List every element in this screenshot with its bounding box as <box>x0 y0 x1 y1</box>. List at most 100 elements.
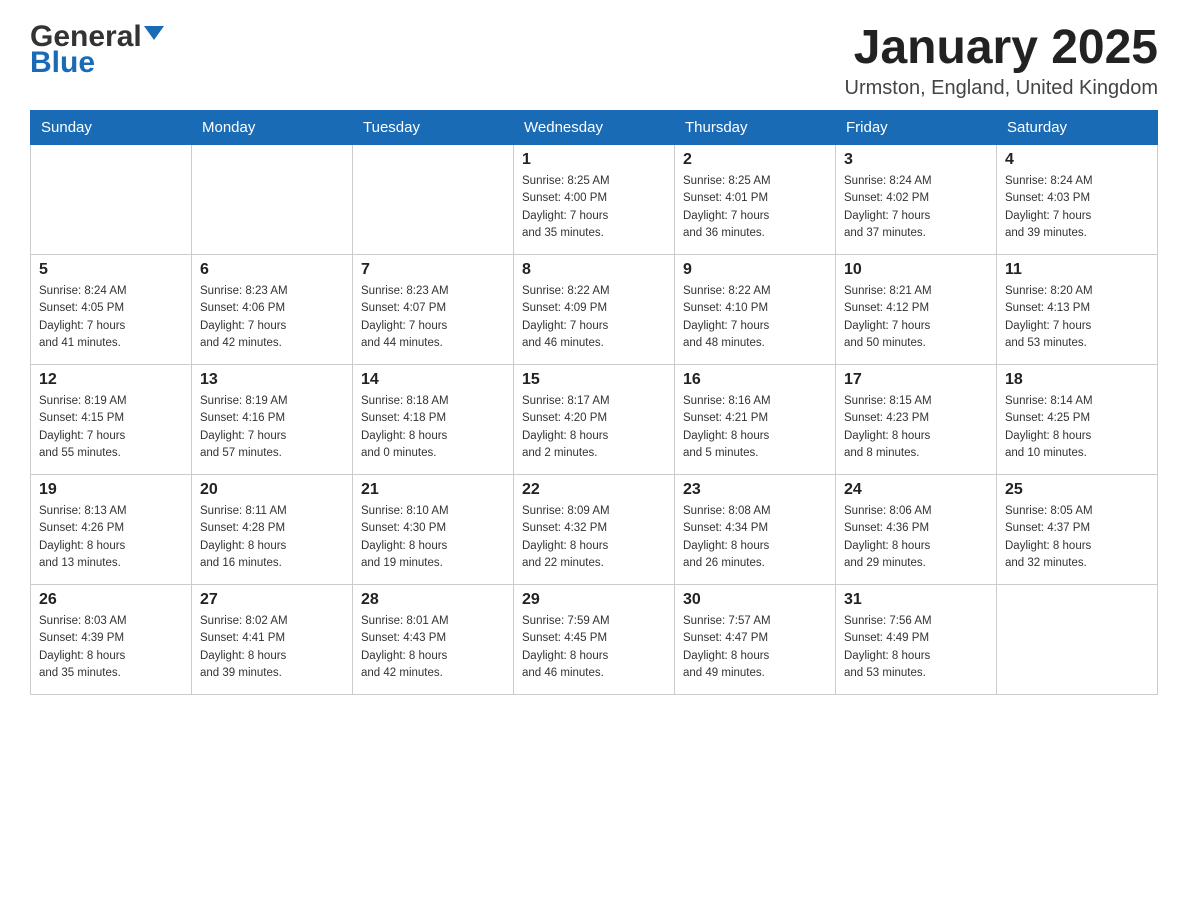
day-number: 29 <box>522 591 666 609</box>
day-number: 22 <box>522 481 666 499</box>
calendar-cell: 29 Sunrise: 7:59 AM Sunset: 4:45 PM Dayli… <box>514 585 675 695</box>
day-number: 20 <box>200 481 344 499</box>
day-info: Sunrise: 8:24 AM Sunset: 4:03 PM Dayligh… <box>1005 173 1149 242</box>
calendar-cell: 16 Sunrise: 8:16 AM Sunset: 4:21 PM Dayli… <box>675 365 836 475</box>
calendar-cell: 31Sunrise: 7:56 AM Sunset: 4:49 PM Dayli… <box>836 585 997 695</box>
weekday-header-saturday: Saturday <box>997 111 1158 145</box>
calendar-week-3: 12 Sunrise: 8:19 AM Sunset: 4:15 PM Dayli… <box>31 365 1158 475</box>
calendar-cell: 3Sunrise: 8:24 AM Sunset: 4:02 PM Daylig… <box>836 145 997 255</box>
day-number: 21 <box>361 481 505 499</box>
calendar-cell: 12 Sunrise: 8:19 AM Sunset: 4:15 PM Dayli… <box>31 365 192 475</box>
calendar-cell: 9Sunrise: 8:22 AM Sunset: 4:10 PM Daylig… <box>675 255 836 365</box>
day-info: Sunrise: 8:10 AM Sunset: 4:30 PM Dayligh… <box>361 503 505 572</box>
day-info: Sunrise: 8:16 AM Sunset: 4:21 PM Dayligh… <box>683 393 827 462</box>
day-number: 26 <box>39 591 183 609</box>
title-area: January 2025 Urmston, England, United Ki… <box>845 20 1159 100</box>
calendar-table: SundayMondayTuesdayWednesdayThursdayFrid… <box>30 110 1158 695</box>
day-info: Sunrise: 8:25 AM Sunset: 4:01 PM Dayligh… <box>683 173 827 242</box>
day-number: 15 <box>522 371 666 389</box>
day-number: 19 <box>39 481 183 499</box>
day-info: Sunrise: 8:22 AM Sunset: 4:09 PM Dayligh… <box>522 283 666 352</box>
calendar-cell: 17 Sunrise: 8:15 AM Sunset: 4:23 PM Dayli… <box>836 365 997 475</box>
weekday-header-thursday: Thursday <box>675 111 836 145</box>
calendar-cell <box>31 145 192 255</box>
day-number: 30 <box>683 591 827 609</box>
day-number: 28 <box>361 591 505 609</box>
day-number: 10 <box>844 261 988 279</box>
day-number: 23 <box>683 481 827 499</box>
calendar-cell: 2 Sunrise: 8:25 AM Sunset: 4:01 PM Daylig… <box>675 145 836 255</box>
day-number: 11 <box>1005 261 1149 279</box>
calendar-cell: 19 Sunrise: 8:13 AM Sunset: 4:26 PM Dayli… <box>31 475 192 585</box>
calendar-cell: 14 Sunrise: 8:18 AM Sunset: 4:18 PM Dayli… <box>353 365 514 475</box>
day-number: 16 <box>683 371 827 389</box>
day-info: Sunrise: 8:18 AM Sunset: 4:18 PM Dayligh… <box>361 393 505 462</box>
calendar-week-4: 19 Sunrise: 8:13 AM Sunset: 4:26 PM Dayli… <box>31 475 1158 585</box>
calendar-week-1: 1 Sunrise: 8:25 AM Sunset: 4:00 PM Daylig… <box>31 145 1158 255</box>
day-info: Sunrise: 8:17 AM Sunset: 4:20 PM Dayligh… <box>522 393 666 462</box>
calendar-cell: 4 Sunrise: 8:24 AM Sunset: 4:03 PM Daylig… <box>997 145 1158 255</box>
day-info: Sunrise: 8:23 AM Sunset: 4:07 PM Dayligh… <box>361 283 505 352</box>
day-number: 12 <box>39 371 183 389</box>
calendar-cell: 20 Sunrise: 8:11 AM Sunset: 4:28 PM Dayli… <box>192 475 353 585</box>
day-info: Sunrise: 8:13 AM Sunset: 4:26 PM Dayligh… <box>39 503 183 572</box>
day-number: 5 <box>39 261 183 279</box>
weekday-header-wednesday: Wednesday <box>514 111 675 145</box>
day-number: 6 <box>200 261 344 279</box>
day-number: 14 <box>361 371 505 389</box>
day-number: 7 <box>361 261 505 279</box>
day-number: 3 <box>844 151 988 169</box>
calendar-cell: 7 Sunrise: 8:23 AM Sunset: 4:07 PM Daylig… <box>353 255 514 365</box>
day-info: Sunrise: 8:06 AM Sunset: 4:36 PM Dayligh… <box>844 503 988 572</box>
day-info: Sunrise: 8:02 AM Sunset: 4:41 PM Dayligh… <box>200 613 344 682</box>
day-number: 9 <box>683 261 827 279</box>
calendar-cell: 28Sunrise: 8:01 AM Sunset: 4:43 PM Dayli… <box>353 585 514 695</box>
day-info: Sunrise: 8:23 AM Sunset: 4:06 PM Dayligh… <box>200 283 344 352</box>
day-number: 2 <box>683 151 827 169</box>
day-number: 27 <box>200 591 344 609</box>
day-number: 25 <box>1005 481 1149 499</box>
logo: General Blue <box>30 20 164 80</box>
calendar-cell <box>997 585 1158 695</box>
day-number: 13 <box>200 371 344 389</box>
day-info: Sunrise: 8:15 AM Sunset: 4:23 PM Dayligh… <box>844 393 988 462</box>
day-info: Sunrise: 7:56 AM Sunset: 4:49 PM Dayligh… <box>844 613 988 682</box>
day-info: Sunrise: 8:24 AM Sunset: 4:05 PM Dayligh… <box>39 283 183 352</box>
day-info: Sunrise: 8:25 AM Sunset: 4:00 PM Dayligh… <box>522 173 666 242</box>
calendar-cell: 27 Sunrise: 8:02 AM Sunset: 4:41 PM Dayli… <box>192 585 353 695</box>
day-info: Sunrise: 8:20 AM Sunset: 4:13 PM Dayligh… <box>1005 283 1149 352</box>
calendar-cell: 5 Sunrise: 8:24 AM Sunset: 4:05 PM Daylig… <box>31 255 192 365</box>
logo-triangle-icon <box>144 26 164 40</box>
calendar-cell: 26 Sunrise: 8:03 AM Sunset: 4:39 PM Dayli… <box>31 585 192 695</box>
calendar-week-5: 26 Sunrise: 8:03 AM Sunset: 4:39 PM Dayli… <box>31 585 1158 695</box>
day-info: Sunrise: 8:14 AM Sunset: 4:25 PM Dayligh… <box>1005 393 1149 462</box>
calendar-cell: 22 Sunrise: 8:09 AM Sunset: 4:32 PM Dayli… <box>514 475 675 585</box>
day-info: Sunrise: 8:21 AM Sunset: 4:12 PM Dayligh… <box>844 283 988 352</box>
day-info: Sunrise: 8:05 AM Sunset: 4:37 PM Dayligh… <box>1005 503 1149 572</box>
day-info: Sunrise: 8:08 AM Sunset: 4:34 PM Dayligh… <box>683 503 827 572</box>
page-header: General Blue January 2025 Urmston, Engla… <box>30 20 1158 100</box>
day-number: 18 <box>1005 371 1149 389</box>
weekday-header-monday: Monday <box>192 111 353 145</box>
month-title: January 2025 <box>845 20 1159 75</box>
day-info: Sunrise: 7:59 AM Sunset: 4:45 PM Dayligh… <box>522 613 666 682</box>
day-info: Sunrise: 8:03 AM Sunset: 4:39 PM Dayligh… <box>39 613 183 682</box>
calendar-cell: 18 Sunrise: 8:14 AM Sunset: 4:25 PM Dayli… <box>997 365 1158 475</box>
weekday-header-tuesday: Tuesday <box>353 111 514 145</box>
calendar-cell: 23 Sunrise: 8:08 AM Sunset: 4:34 PM Dayli… <box>675 475 836 585</box>
calendar-cell <box>192 145 353 255</box>
day-info: Sunrise: 8:19 AM Sunset: 4:15 PM Dayligh… <box>39 393 183 462</box>
calendar-cell: 21 Sunrise: 8:10 AM Sunset: 4:30 PM Dayli… <box>353 475 514 585</box>
day-number: 17 <box>844 371 988 389</box>
day-info: Sunrise: 8:09 AM Sunset: 4:32 PM Dayligh… <box>522 503 666 572</box>
day-info: Sunrise: 7:57 AM Sunset: 4:47 PM Dayligh… <box>683 613 827 682</box>
day-number: 4 <box>1005 151 1149 169</box>
logo-blue: Blue <box>30 46 95 80</box>
calendar-cell: 13Sunrise: 8:19 AM Sunset: 4:16 PM Dayli… <box>192 365 353 475</box>
calendar-week-2: 5 Sunrise: 8:24 AM Sunset: 4:05 PM Daylig… <box>31 255 1158 365</box>
calendar-cell: 6 Sunrise: 8:23 AM Sunset: 4:06 PM Daylig… <box>192 255 353 365</box>
day-info: Sunrise: 8:11 AM Sunset: 4:28 PM Dayligh… <box>200 503 344 572</box>
calendar-cell: 24Sunrise: 8:06 AM Sunset: 4:36 PM Dayli… <box>836 475 997 585</box>
calendar-cell: 8Sunrise: 8:22 AM Sunset: 4:09 PM Daylig… <box>514 255 675 365</box>
day-number: 1 <box>522 151 666 169</box>
